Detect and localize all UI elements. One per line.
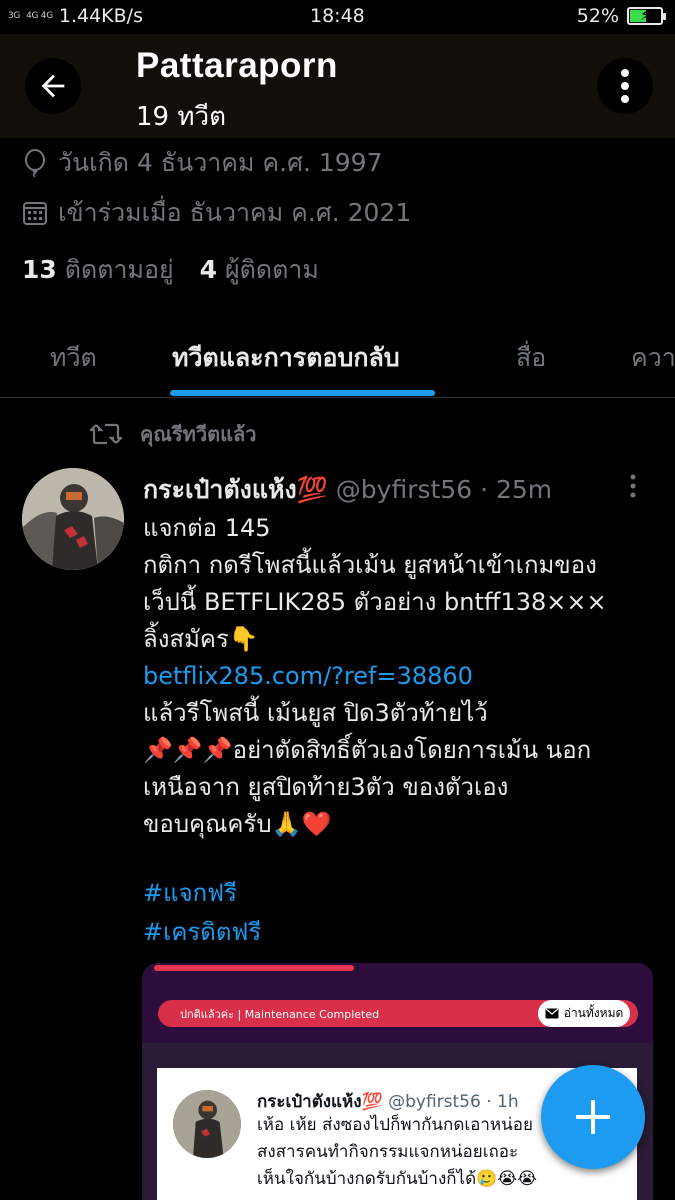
birthday-text: วันเกิด 4 ธันวาคม ค.ศ. 1997	[58, 148, 383, 177]
tweet-more-button[interactable]	[628, 474, 638, 504]
birthday-row: วันเกิด 4 ธันวาคม ค.ศ. 1997	[22, 143, 382, 183]
compose-tweet-button[interactable]	[541, 1065, 645, 1169]
retweet-icon	[90, 423, 122, 445]
active-tab-indicator	[170, 390, 435, 396]
header-title: Pattaraporn	[136, 46, 338, 85]
retweet-label: คุณรีทวีตแล้ว	[140, 422, 257, 446]
avatar-image	[173, 1090, 241, 1158]
read-all-pill: อ่านทั้งหมด	[538, 1000, 630, 1027]
balloon-icon	[25, 149, 45, 177]
tab-tweets-and-replies[interactable]: ทวีตและการตอบกลับ	[172, 338, 400, 378]
embedded-author: กระเป๋าตังแห้ง💯 @byfirst56 · 1h	[257, 1088, 519, 1115]
charging-icon: ⚡	[640, 6, 651, 24]
retweet-indicator: คุณรีทวีตแล้ว	[90, 418, 256, 450]
more-vertical-icon	[630, 474, 636, 498]
tweet-handle: @byfirst56	[335, 475, 473, 504]
profile-tabs: ทวีต ทวีตและการตอบกลับ สื่อ ควา	[0, 320, 675, 398]
more-options-button[interactable]	[597, 58, 653, 114]
avatar-image	[22, 468, 124, 570]
avatar[interactable]	[22, 468, 124, 570]
battery-percent: 52%	[576, 5, 619, 27]
joined-text: เข้าร่วมเมื่อ ธันวาคม ค.ศ. 2021	[58, 198, 412, 227]
hashtag[interactable]: #แจกฟรี	[143, 874, 261, 913]
embedded-avatar	[173, 1090, 241, 1158]
clock: 18:48	[310, 5, 365, 27]
embedded-text: เห้อ เห้ย ส่งซองไปก็พากันกดเอาหน่อย สงสา…	[257, 1112, 537, 1193]
followers-label: ผู้ติดตาม	[225, 255, 319, 284]
hashtag[interactable]: #เครดิตฟรี	[143, 913, 261, 952]
tweet-line: ขอบคุณครับ🙏❤️	[143, 810, 332, 838]
tweet-display-name: กระเป๋าตังแห้ง💯	[143, 475, 328, 504]
more-vertical-icon	[621, 69, 629, 103]
media-banner-text: ปกติแล้วค่ะ | Maintenance Completed	[180, 1008, 380, 1021]
tweet-line: เว็ปนี้ BETFLIK285 ตัวอย่าง bntff138×××	[143, 588, 607, 616]
tweet-line: ลิ้งสมัคร👇	[143, 625, 259, 653]
followers-link[interactable]: 4 ผู้ติดตาม	[200, 250, 319, 290]
calendar-icon	[23, 202, 47, 225]
tweet-time: · 25m	[480, 475, 553, 504]
status-bar: 3G 4G 4G 1.44KB/s 18:48 52% ⚡	[0, 0, 675, 34]
embedded-handle: @byfirst56 · 1h	[388, 1092, 519, 1112]
following-count: 13	[22, 255, 57, 284]
follow-stats: 13 ติดตามอยู่ 4 ผู้ติดตาม	[22, 250, 319, 290]
network-indicator-3g: 3G	[8, 10, 21, 21]
joined-row: เข้าร่วมเมื่อ ธันวาคม ค.ศ. 2021	[22, 193, 411, 233]
read-all-text: อ่านทั้งหมด	[563, 1006, 624, 1020]
tweet-text: แจกต่อ 145 กติกา กดรีโพสนี้แล้วเม้น ยูสห…	[143, 510, 663, 843]
tweet-author[interactable]: กระเป๋าตังแห้ง💯 @byfirst56 · 25m	[143, 470, 552, 510]
tweet-line: เหนือจาก ยูสปิดท้าย3ตัว ของตัวเอง	[143, 773, 509, 801]
tweet-hashtags: #แจกฟรี #เครดิตฟรี	[143, 874, 261, 952]
embedded-line: เห็นใจกันบ้างกดรับกันบ้างก็ได้🥲😭😭	[257, 1169, 538, 1189]
network-indicator-4g: 4G 4G	[26, 10, 53, 21]
tab-media[interactable]: สื่อ	[516, 338, 546, 378]
embedded-line: สงสารคนทำกิจกรรมแจกหน่อยเถอะ	[257, 1142, 519, 1162]
following-label: ติดตามอยู่	[64, 255, 174, 284]
battery-icon: ⚡	[627, 6, 666, 25]
tweet-line: แจกต่อ 145	[143, 514, 271, 542]
followers-count: 4	[199, 255, 218, 284]
tweet-line: 📌📌📌อย่าตัดสิทธิ์ตัวเองโดยการเม้น นอก	[143, 736, 592, 764]
tweet-line: แล้วรีโพสนี้ เม้นยูส ปิด3ตัวท้ายไว้	[143, 699, 488, 727]
arrow-left-icon	[41, 74, 65, 98]
mail-icon	[545, 1008, 559, 1019]
header-tweet-count: 19 ทวีต	[136, 102, 226, 132]
plus-icon	[576, 1100, 610, 1134]
media-progress-bar	[154, 965, 354, 971]
network-speed: 1.44KB/s	[58, 5, 143, 27]
tweet-line: กติกา กดรีโพสนี้แล้วเม้น ยูสหน้าเข้าเกมข…	[143, 551, 597, 579]
tab-tweets[interactable]: ทวีต	[50, 338, 97, 378]
profile-header: Pattaraporn 19 ทวีต	[0, 34, 675, 138]
back-button[interactable]	[25, 58, 81, 114]
tweet-link[interactable]: betflix285.com/?ref=38860	[143, 658, 663, 695]
tab-likes[interactable]: ควา	[631, 338, 675, 378]
embedded-display-name: กระเป๋าตังแห้ง💯	[257, 1092, 383, 1112]
embedded-line: เห้อ เห้ย ส่งซองไปก็พากันกดเอาหน่อย	[257, 1115, 533, 1135]
following-link[interactable]: 13 ติดตามอยู่	[22, 250, 174, 290]
